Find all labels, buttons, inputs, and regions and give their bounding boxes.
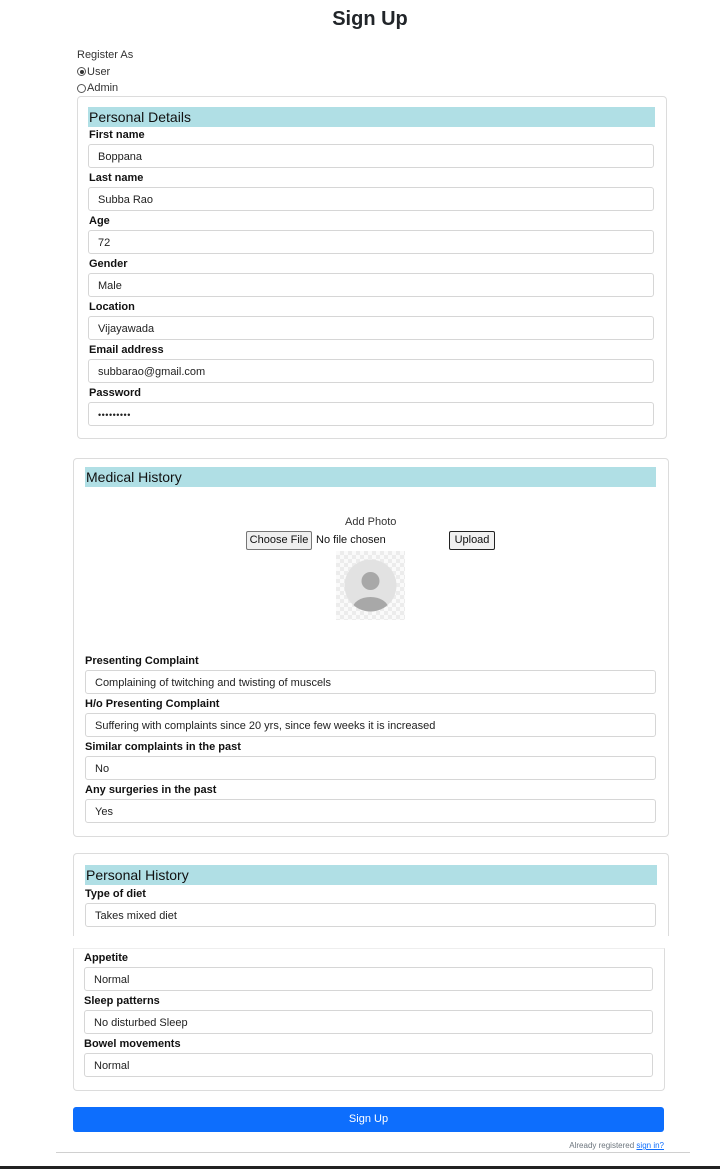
signin-prompt: Already registered sign in?: [569, 1141, 664, 1150]
location-input[interactable]: Vijayawada: [88, 316, 654, 340]
choose-file-button[interactable]: Choose File: [246, 531, 312, 550]
bowel-movements-input[interactable]: Normal: [84, 1053, 653, 1077]
sign-up-button[interactable]: Sign Up: [73, 1107, 664, 1132]
ho-presenting-complaint-label: H/o Presenting Complaint: [85, 698, 220, 710]
sleep-patterns-input[interactable]: No disturbed Sleep: [84, 1010, 653, 1034]
email-label: Email address: [89, 344, 164, 356]
sleep-patterns-label: Sleep patterns: [84, 995, 160, 1007]
last-name-label: Last name: [89, 172, 144, 184]
radio-admin-icon[interactable]: [77, 83, 86, 93]
diet-input[interactable]: Takes mixed diet: [85, 903, 656, 927]
gender-input[interactable]: Male: [88, 273, 654, 297]
medical-history-heading: Medical History: [85, 467, 656, 487]
appetite-input[interactable]: Normal: [84, 967, 653, 991]
presenting-complaint-label: Presenting Complaint: [85, 655, 199, 667]
personal-history-heading: Personal History: [85, 865, 657, 885]
surgeries-input[interactable]: Yes: [85, 799, 656, 823]
radio-user-icon[interactable]: [77, 67, 86, 77]
age-input[interactable]: 72: [88, 230, 654, 254]
age-label: Age: [89, 215, 110, 227]
first-name-label: First name: [89, 129, 145, 141]
bowel-movements-label: Bowel movements: [84, 1038, 181, 1050]
similar-complaints-label: Similar complaints in the past: [85, 741, 241, 753]
divider: [56, 1152, 690, 1153]
radio-admin-label: Admin: [87, 82, 119, 94]
diet-label: Type of diet: [85, 888, 146, 900]
surgeries-label: Any surgeries in the past: [85, 784, 217, 796]
radio-admin[interactable]: Admin: [77, 80, 133, 97]
password-input[interactable]: •••••••••: [88, 402, 654, 426]
medical-history-card: [73, 458, 669, 837]
no-file-chosen-text: No file chosen: [316, 534, 386, 546]
gender-label: Gender: [89, 258, 128, 270]
password-label: Password: [89, 387, 141, 399]
similar-complaints-input[interactable]: No: [85, 756, 656, 780]
register-as-group: Register As User Admin: [77, 47, 133, 97]
presenting-complaint-input[interactable]: Complaining of twitching and twisting of…: [85, 670, 656, 694]
personal-details-heading: Personal Details: [88, 107, 655, 127]
upload-button[interactable]: Upload: [449, 531, 495, 550]
user-avatar-icon: [344, 559, 397, 612]
radio-user[interactable]: User: [77, 64, 133, 81]
last-name-input[interactable]: Subba Rao: [88, 187, 654, 211]
register-as-label: Register As: [77, 49, 134, 61]
add-photo-label: Add Photo: [345, 516, 397, 528]
email-input[interactable]: subbarao@gmail.com: [88, 359, 654, 383]
appetite-label: Appetite: [84, 952, 128, 964]
page-title: Sign Up: [332, 8, 408, 30]
location-label: Location: [89, 301, 135, 313]
radio-user-label: User: [87, 65, 111, 78]
already-registered-text: Already registered: [569, 1141, 637, 1150]
first-name-input[interactable]: Boppana: [88, 144, 654, 168]
avatar-placeholder: [336, 551, 405, 620]
sign-in-link[interactable]: sign in?: [636, 1141, 664, 1150]
ho-presenting-complaint-input[interactable]: Suffering with complaints since 20 yrs, …: [85, 713, 656, 737]
